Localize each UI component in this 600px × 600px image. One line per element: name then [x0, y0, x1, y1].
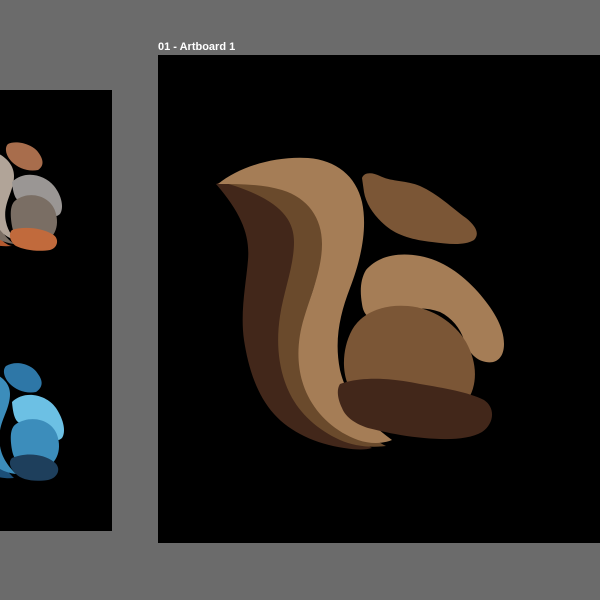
- artboard-variants[interactable]: [0, 90, 112, 531]
- squirrel-brown-logo-icon: [216, 157, 504, 450]
- artboard-main[interactable]: [158, 55, 600, 543]
- squirrel-orange-variant-icon: [0, 142, 62, 251]
- squirrel-head: [362, 173, 477, 244]
- squirrel-blue-variant-icon: [0, 363, 64, 481]
- squirrel-head: [3, 363, 42, 393]
- design-canvas[interactable]: 01 - Artboard 1: [0, 0, 600, 600]
- artboard-title[interactable]: 01 - Artboard 1: [158, 41, 235, 53]
